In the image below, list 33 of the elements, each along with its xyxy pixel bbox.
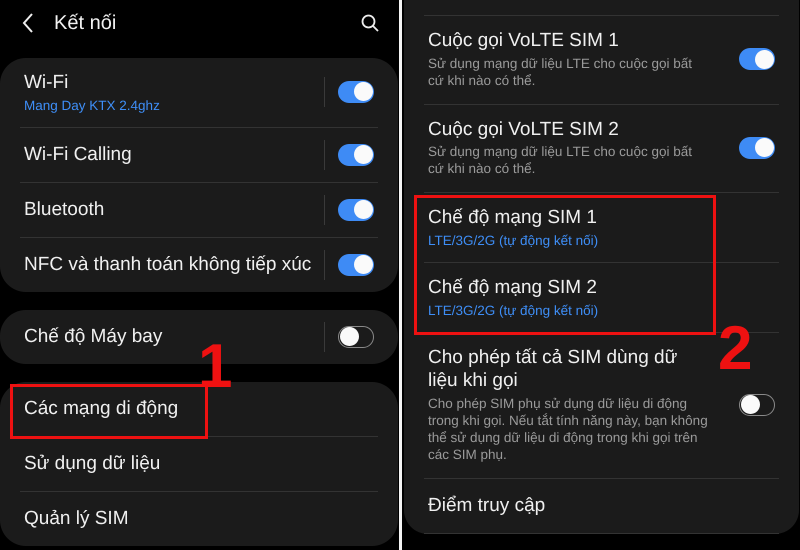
setting-title: Cuộc gọi VoLTE SIM 2: [428, 118, 620, 142]
setting-title: Chế độ mạng SIM 2: [428, 276, 598, 300]
setting-title: Sử dụng dữ liệu: [24, 452, 162, 476]
setting-title: Chế độ Máy bay: [24, 324, 164, 349]
setting-title: NFC và thanh toán không tiếp xúc: [24, 252, 312, 277]
toggle-switch[interactable]: [338, 144, 374, 166]
setting-title: Wi-Fi: [24, 71, 70, 95]
toggle-switch[interactable]: [338, 80, 374, 103]
screen-title: Kết nối: [54, 12, 118, 34]
setting-description: Cho phép SIM phụ sử dụng dữ liệu di động trong khi gọi. Nếu tắt tính năng này, bạn không thể sử dụng dữ liệu di động trong khi gọi trên các SIM phụ.: [428, 396, 709, 464]
setting-title: Bluetooth: [24, 198, 106, 222]
search-icon[interactable]: [361, 14, 379, 32]
toggle-switch[interactable]: [338, 198, 374, 221]
setting-title: Chế độ mạng SIM 1: [428, 206, 598, 230]
step-number: 1: [198, 336, 232, 398]
toggle-switch[interactable]: [739, 394, 775, 416]
setting-title: Quản lý SIM: [24, 506, 130, 531]
setting-title: Các mạng di động: [24, 396, 180, 421]
setting-description: Sử dụng mạng dữ liệu LTE cho cuộc gọi bất cứ khi nào có thể.: [428, 56, 693, 90]
setting-value: LTE/3G/2G (tự động kết nối): [428, 232, 600, 248]
setting-title: Cuộc gọi VoLTE SIM 1: [428, 29, 620, 53]
toggle-switch[interactable]: [338, 326, 374, 348]
step-number: 2: [718, 318, 752, 380]
setting-title: Wi-Fi Calling: [24, 142, 133, 167]
toggle-switch[interactable]: [739, 48, 775, 70]
back-icon[interactable]: [22, 13, 34, 33]
setting-value: Mang Day KTX 2.4ghz: [24, 98, 161, 113]
toggle-switch[interactable]: [338, 254, 374, 276]
setting-title: Cho phép tất cả SIM dùng dữ liệu khi gọi: [428, 346, 678, 393]
setting-description: Sử dụng mạng dữ liệu LTE cho cuộc gọi bất cứ khi nào có thể.: [428, 144, 693, 178]
setting-title: Điểm truy cập: [428, 494, 546, 518]
setting-value: LTE/3G/2G (tự động kết nối): [428, 302, 600, 318]
toggle-switch[interactable]: [739, 136, 775, 159]
